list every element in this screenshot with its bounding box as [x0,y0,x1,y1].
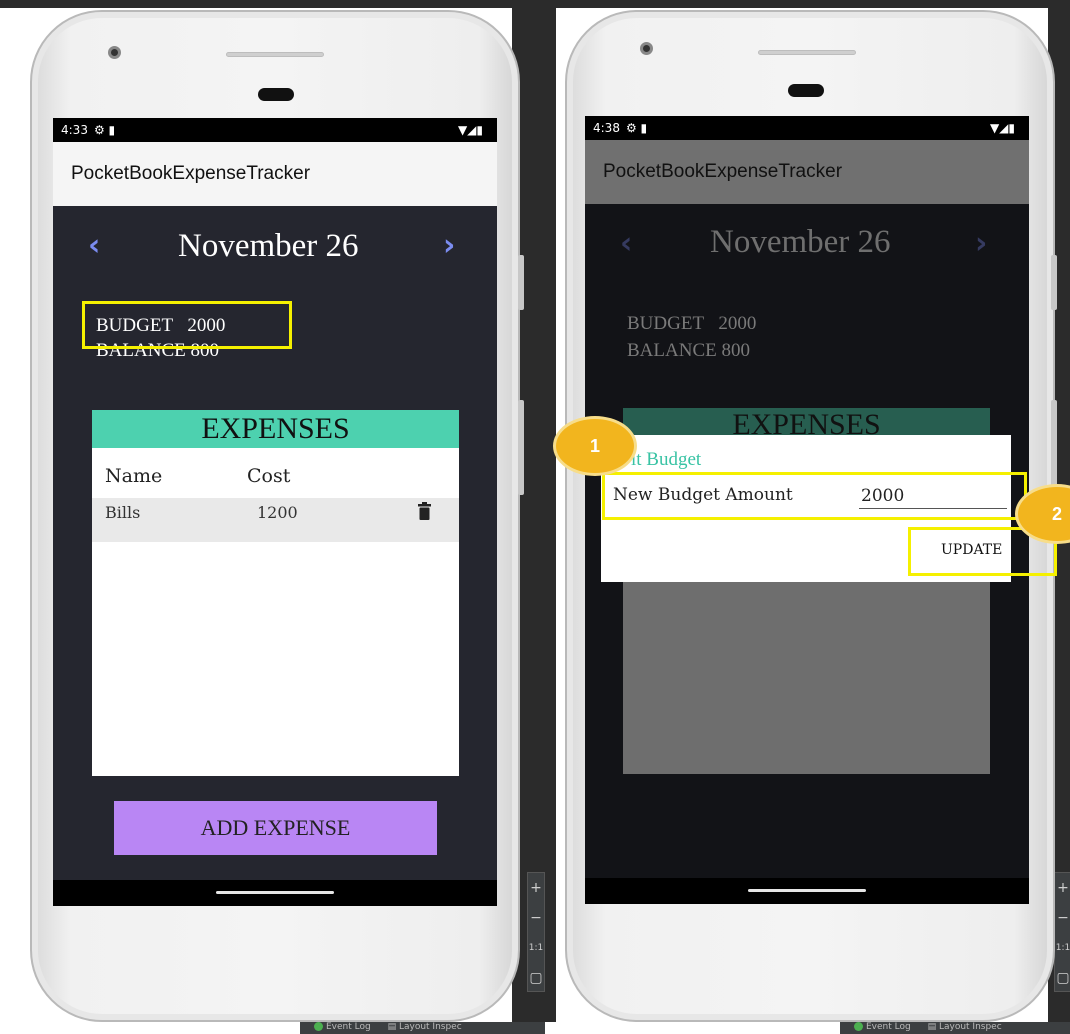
expense-name: Bills [105,503,141,522]
event-log-icon [314,1022,323,1031]
ide-status-footer: Event Log ▤ Layout Inspec [840,1022,1070,1034]
step-badge-1: 1 [553,416,637,476]
layout-inspector-link[interactable]: ▤ Layout Inspec [928,1022,1002,1032]
status-time: 4:33 [61,123,88,137]
event-log-icon [854,1022,863,1031]
navigation-bar [53,880,497,906]
zoom-in-button[interactable]: + [528,873,544,903]
signal-battery-icon: ▼◢▮ [989,121,1015,135]
volume-button [518,400,524,495]
next-day-arrow-icon[interactable]: › [443,228,455,263]
proximity-sensor [788,84,824,97]
signal-battery-icon: ▼◢▮ [457,123,483,137]
balance-value: 800 [721,340,750,361]
power-button [518,255,524,310]
add-expense-button[interactable]: ADD EXPENSE [114,801,437,855]
fit-screen-icon[interactable]: ▢ [1055,963,1070,993]
zoom-out-button[interactable]: − [528,903,544,933]
fit-screen-icon[interactable]: ▢ [528,963,544,993]
phone-screen-left: 4:33 ⚙ ▮ ▼◢▮ PocketBookExpenseTracker ‹ … [53,118,497,906]
trash-icon[interactable] [418,502,431,520]
zoom-controls: + − 1:1 ▢ [1054,872,1070,992]
app-bar: PocketBookExpenseTracker [585,140,1029,204]
home-gesture-pill [748,889,866,892]
prev-day-arrow-icon[interactable]: ‹ [88,228,100,263]
app-bar: PocketBookExpenseTracker [53,142,497,206]
zoom-in-button[interactable]: + [1055,873,1070,903]
app-title: PocketBookExpenseTracker [71,163,311,184]
zoom-out-button[interactable]: − [1055,903,1070,933]
balance-row: BALANCE 800 [627,338,750,364]
notification-icons: ⚙ ▮ [625,121,648,135]
ide-status-footer: Event Log ▤ Layout Inspec [300,1022,545,1034]
expenses-card: EXPENSES Name Cost Bills 1200 [92,410,459,776]
speaker-grill [758,50,856,55]
date-title: November 26 [178,228,359,264]
expense-cost: 1200 [257,503,298,522]
budget-row: BUDGET 2000 [627,311,756,337]
expenses-header: EXPENSES [92,410,459,448]
table-row[interactable]: Bills 1200 [92,498,459,542]
dialog-title: it Budget [631,449,702,470]
budget-value: 2000 [718,313,757,334]
volume-button [1051,400,1057,495]
speaker-grill [226,52,324,57]
balance-label: BALANCE [627,340,717,361]
zoom-reset-button[interactable]: 1:1 [528,933,544,963]
status-bar: 4:33 ⚙ ▮ ▼◢▮ [53,118,497,142]
layout-inspector-link[interactable]: ▤ Layout Inspec [388,1022,462,1032]
date-title: November 26 [710,224,891,260]
home-gesture-pill[interactable] [216,891,334,894]
status-bar: 4:38 ⚙ ▮ ▼◢▮ [585,116,1029,140]
zoom-reset-button[interactable]: 1:1 [1055,933,1070,963]
front-camera-icon [640,42,653,55]
app-title: PocketBookExpenseTracker [603,161,843,182]
power-button [1051,255,1057,310]
event-log-link[interactable]: Event Log [854,1022,911,1032]
zoom-controls: + − 1:1 ▢ [527,872,545,992]
budget-label: BUDGET [627,313,705,334]
column-header-cost: Cost [247,465,291,487]
proximity-sensor [258,88,294,101]
budget-input-highlight-box [602,472,1027,520]
navigation-bar [585,878,1029,904]
notification-icons: ⚙ ▮ [93,123,116,137]
prev-day-arrow-icon: ‹ [620,226,633,261]
event-log-link[interactable]: Event Log [314,1022,371,1032]
status-time: 4:38 [593,121,620,135]
front-camera-icon [108,46,121,59]
budget-highlight-box [82,301,292,349]
column-header-name: Name [105,465,163,487]
next-day-arrow-icon: › [975,226,988,261]
